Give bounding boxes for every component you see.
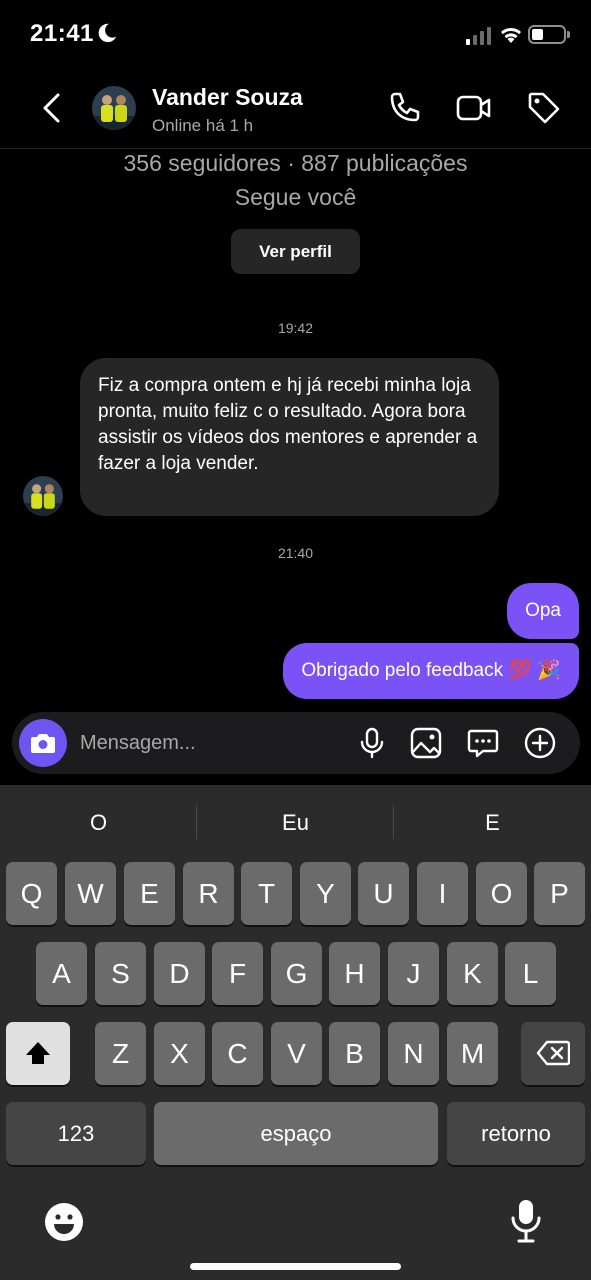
follows-you-label: Segue você (234, 184, 357, 210)
shift-arrow-icon (26, 1042, 50, 1064)
key-k[interactable]: K (447, 942, 498, 1005)
view-profile-button[interactable]: Ver perfil (231, 229, 360, 274)
phone-icon[interactable] (386, 90, 422, 126)
numbers-key[interactable]: 123 (6, 1102, 146, 1165)
sent-message[interactable]: Opa (507, 583, 579, 639)
key-t[interactable]: T (241, 862, 292, 925)
key-q[interactable]: Q (6, 862, 57, 925)
key-e[interactable]: E (124, 862, 175, 925)
dictation-mic-icon[interactable] (508, 1198, 544, 1244)
video-call-icon[interactable] (456, 90, 492, 126)
sender-avatar[interactable] (23, 476, 63, 516)
key-c[interactable]: C (212, 1022, 263, 1085)
key-a[interactable]: A (36, 942, 87, 1005)
key-d[interactable]: D (154, 942, 205, 1005)
status-time: 21:41 (30, 20, 94, 47)
key-v[interactable]: V (271, 1022, 322, 1085)
received-message[interactable]: Fiz a compra ontem e hj já recebi minha … (80, 358, 499, 516)
key-x[interactable]: X (154, 1022, 205, 1085)
key-l[interactable]: L (505, 942, 556, 1005)
home-indicator[interactable] (190, 1263, 401, 1270)
suggestion[interactable]: Eu (197, 785, 394, 860)
status-bar: 21:41 (0, 0, 591, 70)
mic-icon[interactable] (354, 725, 390, 761)
key-u[interactable]: U (358, 862, 409, 925)
chat-header: Vander Souza Online há 1 h (0, 70, 591, 149)
avatar[interactable] (92, 86, 136, 130)
key-m[interactable]: M (447, 1022, 498, 1085)
key-s[interactable]: S (95, 942, 146, 1005)
emoji-icon[interactable] (44, 1202, 84, 1242)
backspace-icon (536, 1040, 571, 1066)
contact-status: Online há 1 h (152, 116, 254, 135)
plus-icon[interactable] (522, 725, 558, 761)
key-y[interactable]: Y (300, 862, 351, 925)
contact-name[interactable]: Vander Souza (152, 84, 303, 111)
key-g[interactable]: G (271, 942, 322, 1005)
chevron-left-icon[interactable] (38, 92, 66, 124)
camera-icon (31, 734, 55, 753)
keyboard: O Eu E Q W E R T Y U I O P A S D F G H J… (0, 785, 591, 1280)
shift-key[interactable] (6, 1022, 70, 1085)
key-o[interactable]: O (476, 862, 527, 925)
suggestion[interactable]: O (0, 785, 197, 860)
key-h[interactable]: H (329, 942, 380, 1005)
battery-tip (567, 31, 570, 38)
battery-icon (528, 25, 566, 44)
key-r[interactable]: R (183, 862, 234, 925)
return-key[interactable]: retorno (447, 1102, 585, 1165)
key-z[interactable]: Z (95, 1022, 146, 1085)
message-composer (12, 712, 580, 774)
space-key[interactable]: espaço (154, 1102, 438, 1165)
gallery-icon[interactable] (408, 725, 444, 761)
moon-icon (98, 23, 117, 43)
camera-button[interactable] (19, 719, 67, 767)
signal-icon (466, 27, 491, 45)
battery-level (532, 29, 543, 40)
wifi-icon (501, 28, 521, 43)
delete-key[interactable] (521, 1022, 585, 1085)
key-j[interactable]: J (388, 942, 439, 1005)
key-n[interactable]: N (388, 1022, 439, 1085)
timestamp: 21:40 (277, 545, 314, 561)
key-f[interactable]: F (212, 942, 263, 1005)
tag-icon[interactable] (526, 90, 562, 126)
key-i[interactable]: I (417, 862, 468, 925)
message-input[interactable] (80, 728, 340, 758)
key-w[interactable]: W (65, 862, 116, 925)
profile-stats: 356 seguidores · 887 publicações (123, 150, 468, 176)
sticker-icon[interactable] (465, 725, 501, 761)
suggestion[interactable]: E (394, 785, 591, 860)
sent-message[interactable]: Obrigado pelo feedback 💯 🎉 (283, 643, 579, 699)
key-b[interactable]: B (329, 1022, 380, 1085)
key-p[interactable]: P (534, 862, 585, 925)
timestamp: 19:42 (277, 320, 314, 336)
